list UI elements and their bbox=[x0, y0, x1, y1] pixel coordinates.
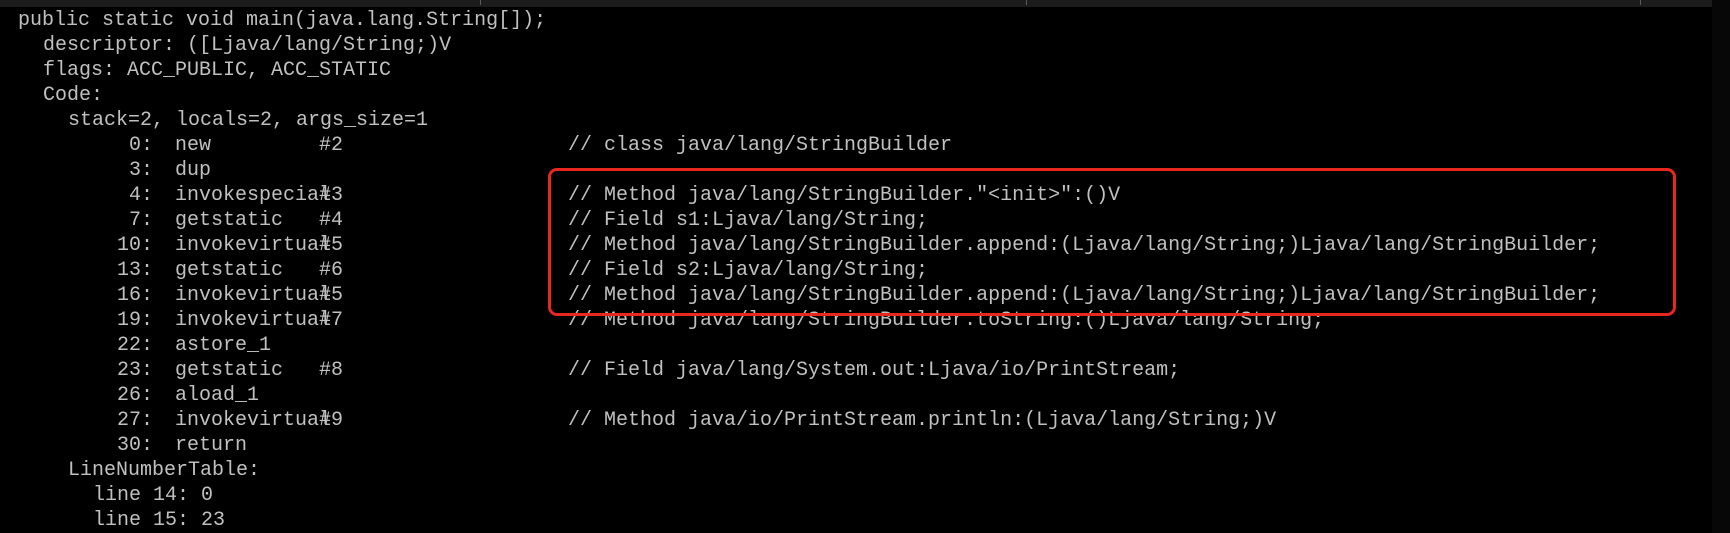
instruction-row: 22: astore_1 bbox=[0, 333, 1700, 358]
instruction-offset: 13: bbox=[117, 259, 154, 282]
instruction-row: 30: return bbox=[0, 433, 1700, 458]
line-number-table-title: LineNumberTable: bbox=[68, 459, 261, 482]
instruction-offset: 19: bbox=[117, 309, 154, 332]
instruction-row: 3: dup bbox=[0, 158, 1700, 183]
instruction-opcode: dup bbox=[175, 159, 212, 182]
instruction-row: 23: getstatic #8 // Field java/lang/Syst… bbox=[0, 358, 1700, 383]
instruction-comment: // Field java/lang/System.out:Ljava/io/P… bbox=[568, 359, 1181, 382]
instruction-operand: #4 bbox=[319, 209, 344, 232]
instruction-offset: 27: bbox=[117, 409, 154, 432]
instruction-comment: // class java/lang/StringBuilder bbox=[568, 134, 953, 157]
method-signature-line: public static void main(java.lang.String… bbox=[0, 8, 1700, 33]
instruction-opcode: invokespecial bbox=[175, 184, 332, 207]
instruction-opcode: new bbox=[175, 134, 212, 157]
divider-tick bbox=[1640, 0, 1641, 5]
instruction-row: 16: invokevirtual #5 // Method java/lang… bbox=[0, 283, 1700, 308]
code-label: Code: bbox=[43, 84, 104, 107]
stack-info-line: stack=2, locals=2, args_size=1 bbox=[0, 108, 1700, 133]
stack-info: stack=2, locals=2, args_size=1 bbox=[68, 109, 429, 132]
instruction-operand: #8 bbox=[319, 359, 344, 382]
instruction-operand: #2 bbox=[319, 134, 344, 157]
instruction-row: 27: invokevirtual #9 // Method java/io/P… bbox=[0, 408, 1700, 433]
window-top-edge bbox=[0, 0, 1730, 7]
instruction-row: 7: getstatic #4 // Field s1:Ljava/lang/S… bbox=[0, 208, 1700, 233]
instruction-operand: #5 bbox=[319, 234, 344, 257]
terminal-window[interactable]: public static void main(java.lang.String… bbox=[0, 0, 1730, 533]
divider-tick bbox=[1026, 0, 1027, 5]
instruction-offset: 22: bbox=[117, 334, 154, 357]
instruction-opcode: astore_1 bbox=[175, 334, 272, 357]
instruction-row: 13: getstatic #6 // Field s2:Ljava/lang/… bbox=[0, 258, 1700, 283]
instruction-opcode: getstatic bbox=[175, 359, 284, 382]
code-label-line: Code: bbox=[0, 83, 1700, 108]
line-number-entry-text: line 14: 0 bbox=[93, 484, 214, 507]
instruction-comment: // Field s2:Ljava/lang/String; bbox=[568, 259, 929, 282]
line-number-entry-text: line 15: 23 bbox=[93, 509, 226, 532]
instruction-comment: // Field s1:Ljava/lang/String; bbox=[568, 209, 929, 232]
instruction-opcode: invokevirtual bbox=[175, 234, 332, 257]
instruction-comment: // Method java/lang/StringBuilder."<init… bbox=[568, 184, 1121, 207]
instruction-offset: 7: bbox=[129, 209, 154, 232]
instruction-opcode: invokevirtual bbox=[175, 409, 332, 432]
instruction-opcode: return bbox=[175, 434, 248, 457]
instruction-offset: 0: bbox=[129, 134, 154, 157]
instruction-offset: 26: bbox=[117, 384, 154, 407]
descriptor: descriptor: ([Ljava/lang/String;)V bbox=[43, 34, 452, 57]
instruction-opcode: aload_1 bbox=[175, 384, 260, 407]
instruction-row: 4: invokespecial #3 // Method java/lang/… bbox=[0, 183, 1700, 208]
instruction-row: 19: invokevirtual #7 // Method java/lang… bbox=[0, 308, 1700, 333]
instruction-row: 26: aload_1 bbox=[0, 383, 1700, 408]
method-signature: public static void main(java.lang.String… bbox=[18, 9, 547, 32]
instruction-operand: #7 bbox=[319, 309, 344, 332]
instruction-offset: 16: bbox=[117, 284, 154, 307]
instruction-opcode: invokevirtual bbox=[175, 284, 332, 307]
instruction-comment: // Method java/lang/StringBuilder.append… bbox=[568, 284, 1601, 307]
instruction-operand: #3 bbox=[319, 184, 344, 207]
instruction-opcode: getstatic bbox=[175, 259, 284, 282]
instruction-comment: // Method java/lang/StringBuilder.toStri… bbox=[568, 309, 1325, 332]
instruction-operand: #6 bbox=[319, 259, 344, 282]
instruction-comment: // Method java/lang/StringBuilder.append… bbox=[568, 234, 1601, 257]
instruction-row: 10: invokevirtual #5 // Method java/lang… bbox=[0, 233, 1700, 258]
instruction-opcode: getstatic bbox=[175, 209, 284, 232]
instruction-offset: 4: bbox=[129, 184, 154, 207]
scrollbar-track[interactable] bbox=[1712, 0, 1730, 533]
flags: flags: ACC_PUBLIC, ACC_STATIC bbox=[43, 59, 392, 82]
instruction-offset: 23: bbox=[117, 359, 154, 382]
instruction-offset: 3: bbox=[129, 159, 154, 182]
descriptor-line: descriptor: ([Ljava/lang/String;)V bbox=[0, 33, 1700, 58]
bytecode-listing: public static void main(java.lang.String… bbox=[0, 8, 1700, 533]
line-number-entry: line 15: 23 bbox=[0, 508, 1700, 533]
instruction-comment: // Method java/io/PrintStream.println:(L… bbox=[568, 409, 1277, 432]
line-number-entry: line 14: 0 bbox=[0, 483, 1700, 508]
instruction-offset: 10: bbox=[117, 234, 154, 257]
instruction-offset: 30: bbox=[117, 434, 154, 457]
line-number-table-title-line: LineNumberTable: bbox=[0, 458, 1700, 483]
flags-line: flags: ACC_PUBLIC, ACC_STATIC bbox=[0, 58, 1700, 83]
divider-tick bbox=[480, 0, 481, 5]
instruction-operand: #5 bbox=[319, 284, 344, 307]
instruction-opcode: invokevirtual bbox=[175, 309, 332, 332]
instruction-row: 0: new #2 // class java/lang/StringBuild… bbox=[0, 133, 1700, 158]
instruction-operand: #9 bbox=[319, 409, 344, 432]
